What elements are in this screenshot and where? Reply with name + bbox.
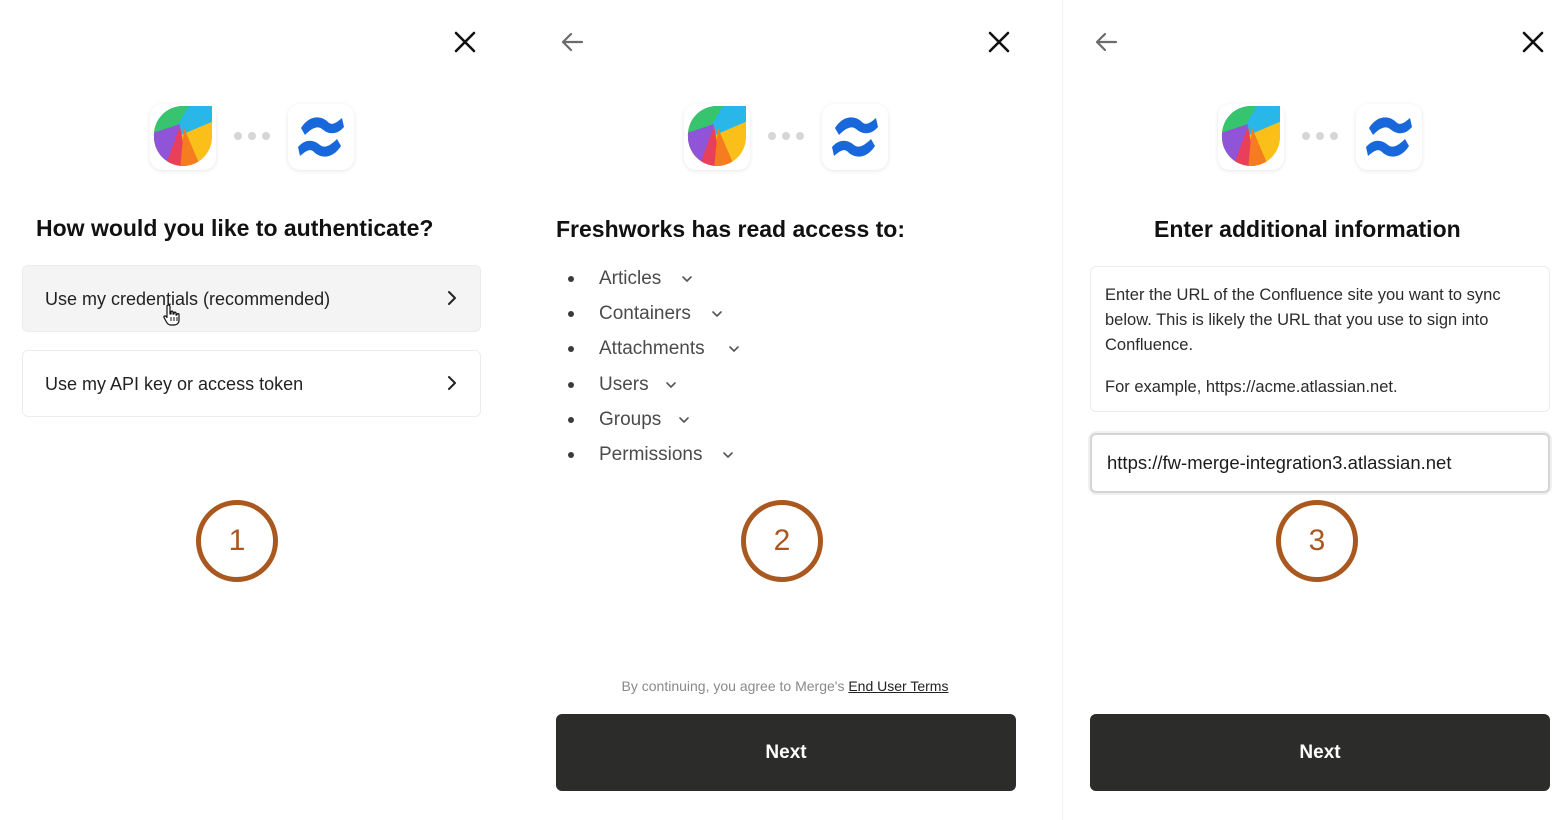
step-badge: 3	[1276, 500, 1358, 582]
chevron-down-icon	[664, 378, 678, 392]
additional-info-panel: Enter additional information Enter the U…	[1068, 0, 1564, 820]
permission-item-groups[interactable]: Groups	[556, 405, 776, 435]
integration-logos	[150, 104, 355, 172]
integration-logos	[684, 104, 889, 172]
arrow-left-icon[interactable]	[556, 26, 588, 58]
permission-label: Containers	[599, 303, 691, 324]
auth-method-panel: How would you like to authenticate? Use …	[0, 0, 522, 820]
freshworks-logo	[150, 104, 216, 170]
connection-dots	[768, 132, 806, 142]
option-label: Use my API key or access token	[45, 374, 304, 394]
bullet	[568, 417, 574, 423]
bullet	[568, 452, 574, 458]
page-title: Enter additional information	[1154, 216, 1461, 242]
chevron-down-icon	[680, 272, 694, 286]
instructions-box: Enter the URL of the Confluence site you…	[1090, 266, 1550, 412]
close-icon[interactable]	[449, 26, 481, 58]
chevron-down-icon	[710, 307, 724, 321]
connection-dots	[1302, 132, 1340, 142]
permission-label: Permissions	[599, 444, 703, 465]
permission-label: Articles	[599, 268, 662, 289]
page-title: How would you like to authenticate?	[36, 215, 434, 241]
permission-item-articles[interactable]: Articles	[556, 264, 776, 294]
confluence-logo	[1356, 104, 1422, 170]
permission-label: Attachments	[599, 338, 705, 359]
close-icon[interactable]	[983, 26, 1015, 58]
page-title: Freshworks has read access to:	[556, 216, 905, 242]
chevron-down-icon	[721, 448, 735, 462]
panel-divider	[1062, 0, 1063, 820]
arrow-left-icon[interactable]	[1090, 26, 1122, 58]
permission-item-attachments[interactable]: Attachments	[556, 334, 776, 364]
use-api-key-option[interactable]: Use my API key or access token	[22, 350, 481, 417]
terms-text: By continuing, you agree to Merge's	[621, 678, 849, 694]
confluence-logo	[822, 104, 888, 170]
step-badge: 2	[741, 500, 823, 582]
freshworks-logo	[1218, 104, 1284, 170]
bullet	[568, 311, 574, 317]
example-text: For example, https://acme.atlassian.net.	[1105, 378, 1398, 396]
permission-item-permissions[interactable]: Permissions	[556, 440, 776, 470]
connection-dots	[234, 132, 272, 142]
use-credentials-option[interactable]: Use my credentials (recommended)	[22, 265, 481, 332]
chevron-right-icon	[442, 288, 462, 308]
step-badge: 1	[196, 500, 278, 582]
hand-pointer-icon	[160, 302, 186, 328]
bullet	[568, 276, 574, 282]
integration-logos	[1218, 104, 1423, 172]
option-label: Use my credentials (recommended)	[45, 289, 331, 309]
chevron-down-icon	[727, 342, 741, 356]
next-button[interactable]: Next	[556, 714, 1016, 791]
confluence-logo	[288, 104, 354, 170]
chevron-down-icon	[677, 413, 691, 427]
end-user-terms-link[interactable]: End User Terms	[848, 678, 948, 694]
freshworks-logo	[684, 104, 750, 170]
chevron-right-icon	[442, 373, 462, 393]
bullet	[568, 346, 574, 352]
next-button[interactable]: Next	[1090, 714, 1550, 791]
permission-item-containers[interactable]: Containers	[556, 299, 776, 329]
terms-notice: By continuing, you agree to Merge's End …	[534, 678, 1036, 694]
instructions-text: Enter the URL of the Confluence site you…	[1105, 286, 1501, 354]
bullet	[568, 382, 574, 388]
permission-item-users[interactable]: Users	[556, 370, 776, 400]
close-icon[interactable]	[1517, 26, 1549, 58]
confluence-url-input[interactable]	[1090, 433, 1550, 493]
permissions-panel: Freshworks has read access to: Articles …	[534, 0, 1036, 820]
permission-label: Groups	[599, 409, 662, 430]
permission-label: Users	[599, 374, 649, 395]
